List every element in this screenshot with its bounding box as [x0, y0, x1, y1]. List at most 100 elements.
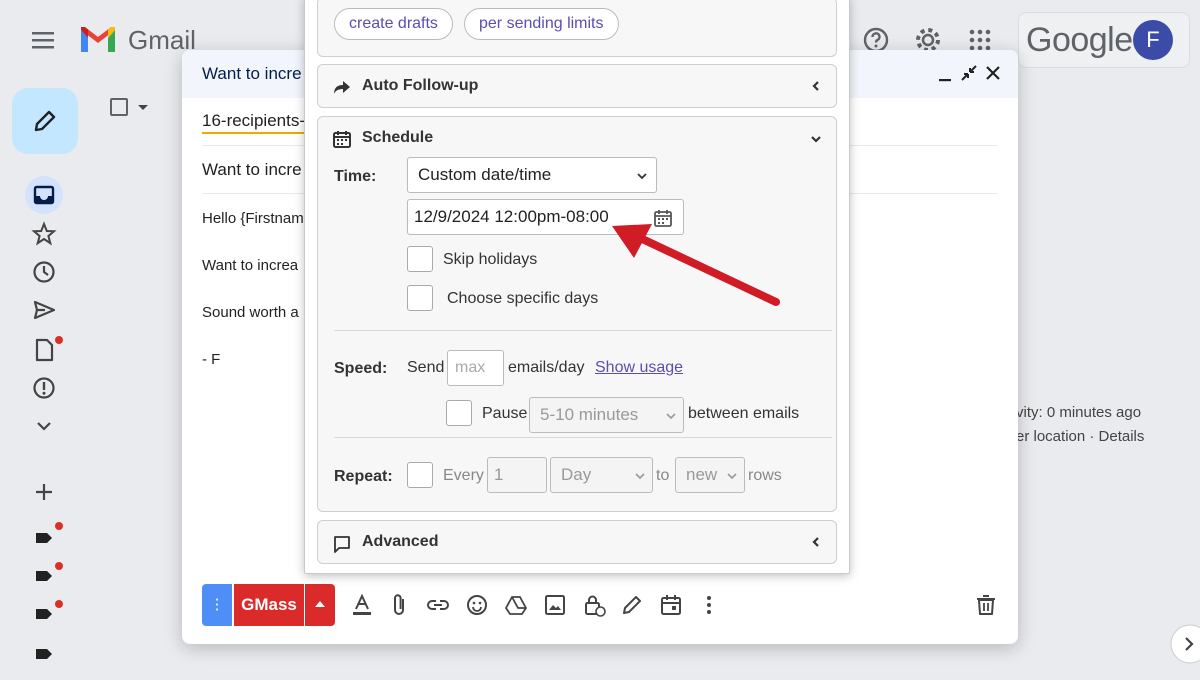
speed-label: Speed: — [334, 360, 388, 377]
annotation-arrow — [612, 224, 780, 306]
insert-photo-icon[interactable] — [542, 592, 568, 618]
send-label: Send — [407, 359, 445, 376]
rows-label: rows — [748, 467, 782, 484]
gmass-send-button[interactable]: GMass — [234, 584, 304, 626]
inbox-icon[interactable] — [30, 181, 58, 209]
skip-holidays-checkbox[interactable] — [407, 246, 433, 272]
fullscreen-icon[interactable] — [958, 62, 980, 84]
minimize-icon[interactable] — [934, 64, 956, 86]
time-select[interactable]: Custom date/time — [407, 157, 657, 193]
compose-title: Want to incre — [202, 64, 302, 83]
google-drive-icon[interactable] — [503, 592, 529, 618]
last-activity-text: vity: 0 minutes ago — [1016, 404, 1142, 421]
drafts-icon[interactable] — [30, 336, 58, 364]
main-menu-icon[interactable] — [30, 28, 58, 52]
label-icon[interactable] — [30, 640, 58, 668]
sent-icon[interactable] — [30, 296, 58, 324]
repeat-target-select[interactable]: new — [675, 457, 745, 493]
advanced-title: Advanced — [362, 533, 439, 550]
to-label: to — [656, 467, 670, 484]
close-icon[interactable] — [982, 62, 1004, 84]
emoji-icon[interactable] — [464, 592, 490, 618]
compose-button[interactable] — [12, 88, 78, 154]
divider — [334, 330, 832, 331]
create-drafts-chip[interactable]: create drafts — [334, 8, 453, 40]
label-badge — [55, 562, 63, 570]
schedule-title: Schedule — [362, 129, 434, 146]
gmail-logo-icon[interactable] — [78, 24, 118, 56]
add-label-plus-icon[interactable] — [30, 478, 58, 506]
more-chevron-down-icon[interactable] — [30, 412, 58, 440]
text-format-icon[interactable] — [349, 592, 375, 618]
confidential-mode-icon[interactable] — [581, 592, 607, 618]
attach-paperclip-icon[interactable] — [387, 592, 413, 618]
spam-icon[interactable] — [30, 374, 58, 402]
specific-days-checkbox[interactable] — [407, 285, 433, 311]
skip-holidays-label: Skip holidays — [443, 251, 538, 268]
share-arrow-icon — [334, 81, 350, 94]
every-label: Every — [443, 467, 484, 484]
chevron-down-icon[interactable] — [810, 133, 822, 145]
gmass-options-button[interactable] — [305, 584, 335, 626]
label-icon[interactable] — [30, 562, 58, 590]
repeat-unit-select[interactable]: Day — [550, 457, 653, 493]
select-all-checkbox[interactable] — [110, 98, 128, 116]
more-options-icon[interactable] — [696, 592, 722, 618]
max-emails-input[interactable]: max — [447, 350, 504, 386]
body-line[interactable]: Sound worth a — [202, 304, 299, 321]
specific-days-label: Choose specific days — [447, 290, 599, 307]
show-usage-link[interactable]: Show usage — [595, 359, 683, 377]
per-sending-limits-chip[interactable]: per sending limits — [464, 8, 619, 40]
chevron-down-icon — [635, 473, 645, 480]
label-icon[interactable] — [30, 524, 58, 552]
datetime-value: 12/9/2024 12:00pm-08:00 — [414, 207, 609, 226]
repeat-target-value: new — [686, 465, 718, 484]
repeat-label: Repeat: — [334, 468, 393, 485]
advanced-section[interactable]: Advanced — [317, 520, 837, 564]
pause-checkbox[interactable] — [446, 400, 472, 426]
label-icon[interactable] — [30, 600, 58, 628]
auto-followup-title: Auto Follow-up — [362, 77, 479, 94]
side-panel-toggle-icon[interactable] — [1170, 624, 1200, 664]
divider — [334, 437, 832, 438]
pause-label: Pause — [482, 405, 528, 422]
schedule-calendar-icon[interactable] — [658, 592, 684, 618]
pause-interval-select[interactable]: 5-10 minutes — [529, 397, 684, 433]
time-select-value: Custom date/time — [418, 165, 552, 184]
chevron-left-icon[interactable] — [810, 536, 822, 548]
between-emails-label: between emails — [688, 405, 800, 422]
repeat-every-input[interactable]: 1 — [487, 457, 547, 493]
body-line[interactable]: Want to increa — [202, 257, 298, 274]
starred-icon[interactable] — [30, 220, 58, 248]
avatar[interactable]: F — [1133, 20, 1173, 60]
chevron-down-icon — [727, 473, 737, 480]
gmass-settings-button[interactable]: ⋮ — [202, 584, 232, 626]
drafts-badge — [55, 336, 63, 344]
schedule-section: Schedule Time: Custom date/time 12/9/202… — [317, 116, 837, 512]
calendar-icon — [333, 131, 351, 148]
select-dropdown-icon[interactable] — [136, 100, 150, 114]
snoozed-clock-icon[interactable] — [30, 258, 58, 286]
insert-link-icon[interactable] — [425, 592, 451, 618]
account-location-text: er location · Details — [1016, 428, 1145, 445]
auto-followup-section[interactable]: Auto Follow-up — [317, 64, 837, 108]
pause-interval-value: 5-10 minutes — [540, 405, 639, 424]
body-line[interactable]: - F — [202, 351, 220, 368]
repeat-unit-value: Day — [561, 465, 592, 484]
send-options-section: create drafts per sending limits — [317, 0, 837, 57]
recipients-field[interactable]: 16-recipients- — [202, 111, 305, 131]
time-label: Time: — [334, 168, 377, 185]
chevron-down-icon — [666, 413, 676, 420]
comment-icon — [334, 536, 350, 553]
subject-field[interactable]: Want to incre — [202, 160, 302, 180]
label-badge — [55, 522, 63, 530]
discard-trash-icon[interactable] — [973, 592, 999, 618]
chevron-down-icon — [637, 173, 647, 180]
emails-per-day-label: emails/day — [508, 359, 585, 376]
repeat-checkbox[interactable] — [407, 462, 433, 488]
chevron-left-icon[interactable] — [810, 80, 822, 92]
caret-up-icon — [315, 601, 325, 607]
recipient-underline — [202, 132, 306, 134]
body-line[interactable]: Hello {Firstnam — [202, 210, 304, 227]
signature-pen-icon[interactable] — [619, 592, 645, 618]
